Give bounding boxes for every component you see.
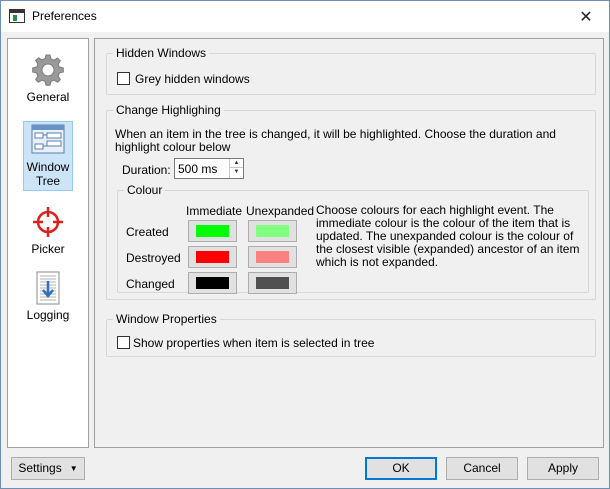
window-properties-group: Window Properties Show properties when i… <box>106 312 596 357</box>
sidebar-item-window-tree[interactable]: Window Tree <box>8 121 88 191</box>
app-window-icon <box>9 9 25 23</box>
changed-unexpanded-colour-button[interactable] <box>248 272 297 294</box>
sidebar-item-general[interactable]: General <box>8 53 88 104</box>
created-unexpanded-colour-button[interactable] <box>248 220 297 242</box>
spin-down-button[interactable]: ▼ <box>230 168 243 177</box>
duration-label: Duration: <box>122 163 171 177</box>
close-button[interactable]: ✕ <box>563 1 609 32</box>
spin-up-button[interactable]: ▲ <box>230 159 243 168</box>
change-highlighting-group: Change Highlighing When an item in the t… <box>106 103 596 300</box>
group-title: Window Properties <box>113 312 220 326</box>
window-title: Preferences <box>32 9 97 23</box>
colour-swatch <box>196 251 229 263</box>
settings-button-label: Settings <box>18 461 62 475</box>
group-title: Colour <box>124 183 166 197</box>
colour-help-text: Choose colours for each highlight event.… <box>316 203 580 269</box>
grey-hidden-windows-checkbox[interactable] <box>117 72 130 85</box>
colour-swatch <box>196 277 229 289</box>
grey-hidden-windows-label: Grey hidden windows <box>135 72 250 86</box>
show-properties-checkbox[interactable] <box>117 336 130 349</box>
window-tree-settings-panel: Hidden Windows Grey hidden windows Chang… <box>94 38 604 448</box>
category-sidebar: General Window Tree Picker Logging <box>7 38 89 448</box>
cancel-button[interactable]: Cancel <box>446 457 518 480</box>
colour-swatch <box>196 225 229 237</box>
sidebar-item-label: Picker <box>31 242 65 256</box>
created-row-label: Created <box>126 225 169 239</box>
sidebar-item-logging[interactable]: Logging <box>8 271 88 322</box>
crosshair-icon <box>31 205 65 239</box>
sidebar-item-label-line2: Tree <box>35 174 61 188</box>
colour-group: Colour Immediate Unexpanded Created Dest… <box>117 183 589 294</box>
colour-swatch <box>256 251 289 263</box>
sidebar-item-picker[interactable]: Picker <box>8 205 88 256</box>
created-immediate-colour-button[interactable] <box>188 220 237 242</box>
apply-button[interactable]: Apply <box>527 457 599 480</box>
title-bar: Preferences ✕ <box>1 1 609 32</box>
log-document-icon <box>31 271 65 305</box>
show-properties-label: Show properties when item is selected in… <box>133 336 375 350</box>
hidden-windows-group: Hidden Windows Grey hidden windows <box>106 46 596 95</box>
settings-menu-button[interactable]: Settings ▼ <box>11 457 85 480</box>
window-tree-icon <box>31 123 65 157</box>
ok-button[interactable]: OK <box>365 457 437 480</box>
sidebar-item-label: Logging <box>26 308 70 322</box>
unexpanded-column-header: Unexpanded <box>246 204 315 218</box>
duration-spinbox[interactable]: 500 ms ▲ ▼ <box>174 158 244 179</box>
highlight-description: When an item in the tree is changed, it … <box>115 127 556 154</box>
sidebar-item-label-line1: Window <box>26 160 70 174</box>
destroyed-unexpanded-colour-button[interactable] <box>248 246 297 268</box>
sidebar-item-label: General <box>26 90 70 104</box>
gear-icon <box>31 53 65 87</box>
destroyed-row-label: Destroyed <box>126 251 181 265</box>
group-title: Hidden Windows <box>113 46 210 60</box>
immediate-column-header: Immediate <box>186 204 243 218</box>
changed-row-label: Changed <box>126 277 175 291</box>
group-title: Change Highlighing <box>113 103 224 117</box>
colour-swatch <box>256 277 289 289</box>
destroyed-immediate-colour-button[interactable] <box>188 246 237 268</box>
colour-swatch <box>256 225 289 237</box>
changed-immediate-colour-button[interactable] <box>188 272 237 294</box>
preferences-window: Preferences ✕ General Window Tree Picker… <box>0 0 610 489</box>
duration-value: 500 ms <box>178 162 218 176</box>
caret-down-icon: ▼ <box>69 464 78 474</box>
